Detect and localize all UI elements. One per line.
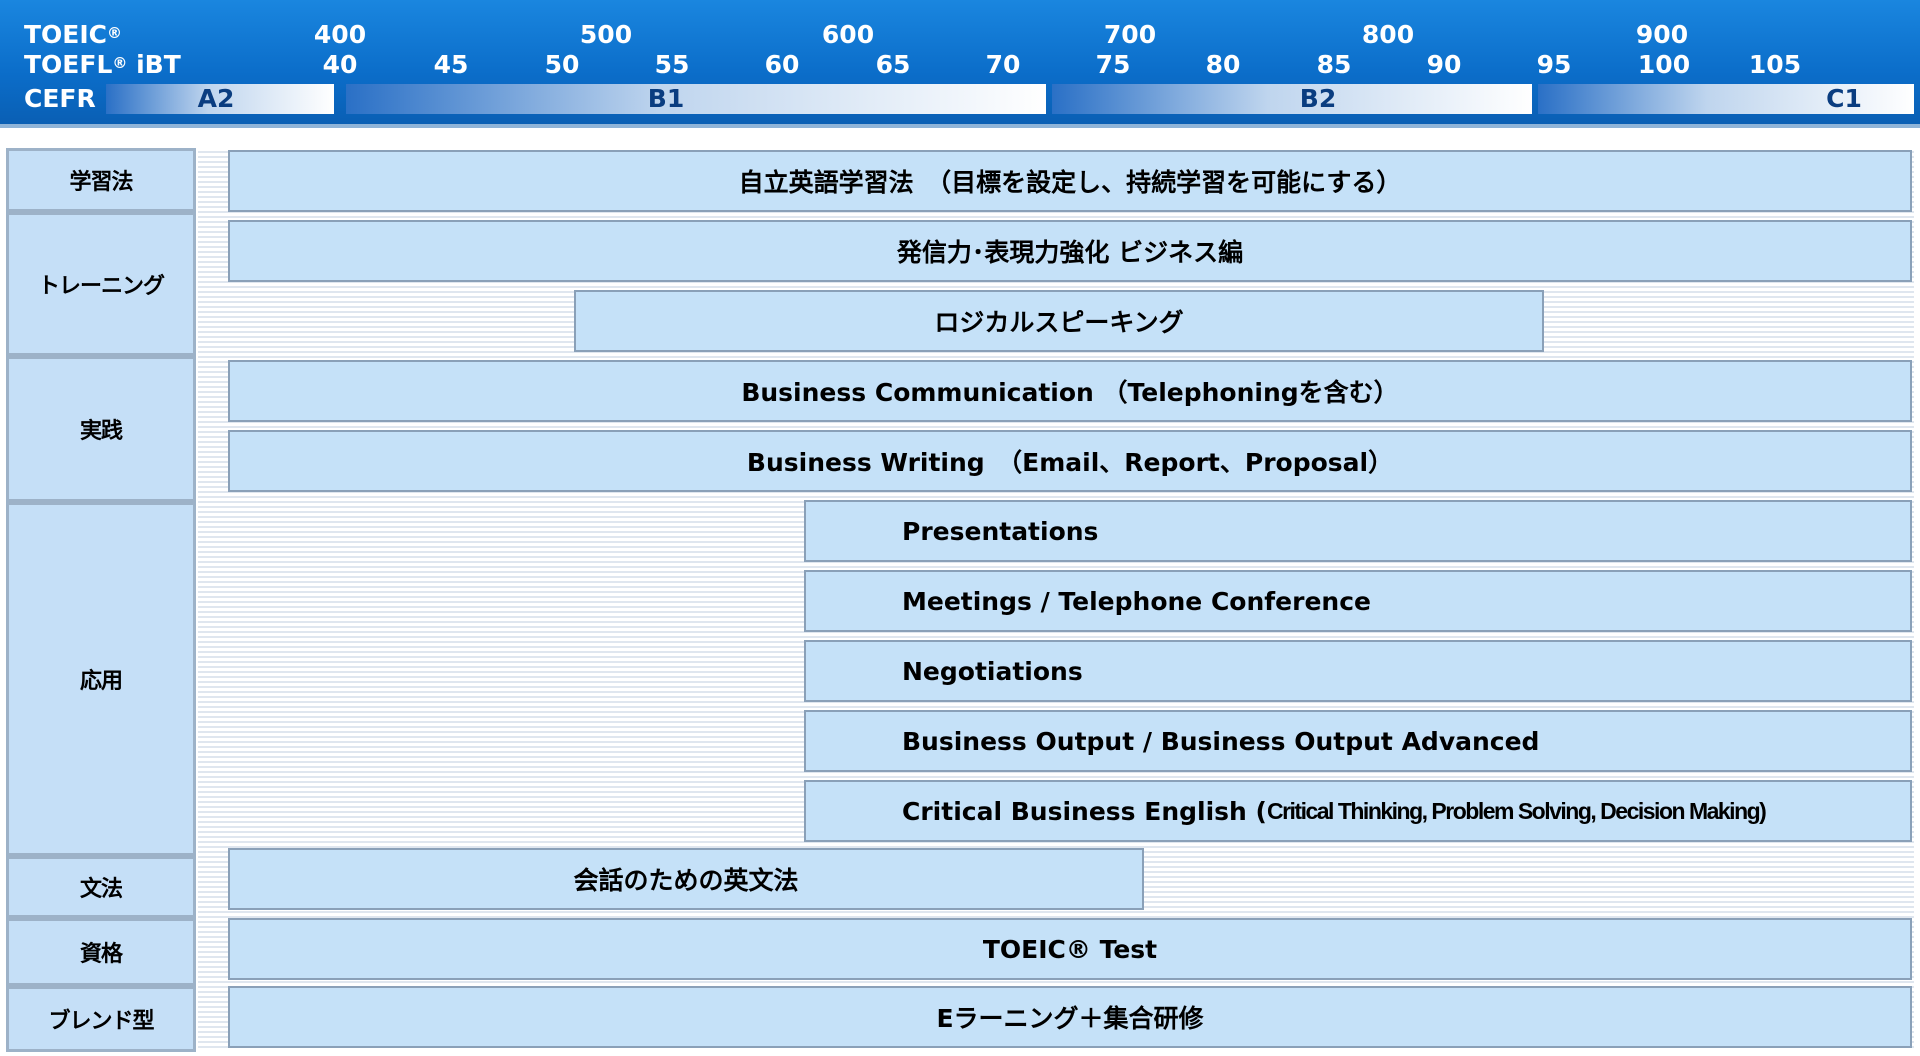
category-qualification: 資格: [6, 918, 196, 986]
toeic-scale-label: TOEIC®: [24, 20, 123, 49]
toeic-tick: 400: [313, 20, 367, 49]
score-scale-header: TOEIC® TOEFL® iBT CEFR 400 500 600 700 8…: [0, 0, 1920, 128]
cefr-level-label: B1: [647, 84, 685, 113]
category-study-method: 学習法: [6, 148, 196, 212]
course-label: Business Communication （Telephoningを含む）: [741, 378, 1399, 407]
toefl-tick: 85: [1316, 50, 1352, 79]
course-meetings[interactable]: Meetings / Telephone Conference: [804, 570, 1912, 632]
toefl-tick: 95: [1536, 50, 1572, 79]
toefl-tick: 55: [654, 50, 690, 79]
toefl-tick: 65: [875, 50, 911, 79]
course-label: TOEIC® Test: [982, 934, 1158, 964]
cefr-band-b1: [346, 84, 1046, 114]
toefl-tick: 75: [1095, 50, 1131, 79]
category-practice: 実践: [6, 356, 196, 502]
category-application: 応用: [6, 502, 196, 856]
category-grammar: 文法: [6, 856, 196, 918]
course-label: 発信力･表現力強化 ビジネス編: [896, 238, 1244, 267]
toefl-tick: 45: [433, 50, 469, 79]
course-label: 自立英語学習法 （目標を設定し、持続学習を可能にする）: [738, 168, 1402, 197]
cefr-level-label: A2: [197, 84, 235, 113]
toeic-tick: 800: [1361, 20, 1415, 49]
toeic-tick: 900: [1635, 20, 1689, 49]
course-business-output[interactable]: Business Output / Business Output Advanc…: [804, 710, 1912, 772]
course-output-business[interactable]: 発信力･表現力強化 ビジネス編: [228, 220, 1912, 282]
cefr-scale-label: CEFR: [24, 84, 96, 113]
course-label: Business Output / Business Output Advanc…: [902, 726, 1540, 756]
course-business-communication[interactable]: Business Communication （Telephoningを含む）: [228, 360, 1912, 422]
course-label: Business Writing （Email、Report、Proposal）: [746, 448, 1394, 477]
toefl-tick: 80: [1205, 50, 1241, 79]
course-self-study[interactable]: 自立英語学習法 （目標を設定し、持続学習を可能にする）: [228, 150, 1912, 212]
toefl-tick: 60: [764, 50, 800, 79]
course-logical-speaking[interactable]: ロジカルスピーキング: [574, 290, 1544, 352]
course-critical-business-english[interactable]: Critical Business English (Critical Thin…: [804, 780, 1912, 842]
course-label: Eラーニング＋集合研修: [936, 1004, 1204, 1033]
category-blended: ブレンド型: [6, 986, 196, 1052]
course-blended[interactable]: Eラーニング＋集合研修: [228, 986, 1912, 1048]
course-negotiations[interactable]: Negotiations: [804, 640, 1912, 702]
toefl-tick: 70: [985, 50, 1021, 79]
course-label: Meetings / Telephone Conference: [902, 586, 1371, 616]
toefl-tick: 100: [1637, 50, 1691, 79]
toefl-tick: 40: [322, 50, 358, 79]
toefl-scale-label: TOEFL® iBT: [24, 50, 181, 79]
category-training: トレーニング: [6, 212, 196, 356]
toefl-tick: 90: [1426, 50, 1462, 79]
cefr-band-b2: [1052, 84, 1532, 114]
course-label: 会話のための英文法: [573, 866, 799, 895]
course-presentations[interactable]: Presentations: [804, 500, 1912, 562]
course-toeic-test[interactable]: TOEIC® Test: [228, 918, 1912, 980]
toefl-tick: 50: [544, 50, 580, 79]
toefl-tick: 105: [1748, 50, 1802, 79]
course-label: Negotiations: [902, 656, 1083, 686]
course-grammar[interactable]: 会話のための英文法: [228, 848, 1144, 910]
course-label: ロジカルスピーキング: [934, 308, 1184, 337]
toeic-tick: 600: [821, 20, 875, 49]
cefr-level-label: C1: [1826, 84, 1862, 113]
toeic-tick: 500: [579, 20, 633, 49]
toeic-tick: 700: [1103, 20, 1157, 49]
course-label: Critical Business English (: [902, 796, 1267, 826]
course-business-writing[interactable]: Business Writing （Email、Report、Proposal）: [228, 430, 1912, 492]
cefr-level-label: B2: [1299, 84, 1337, 113]
course-label: Presentations: [902, 516, 1099, 546]
course-label-detail: Critical Thinking, Problem Solving, Deci…: [1266, 797, 1767, 824]
